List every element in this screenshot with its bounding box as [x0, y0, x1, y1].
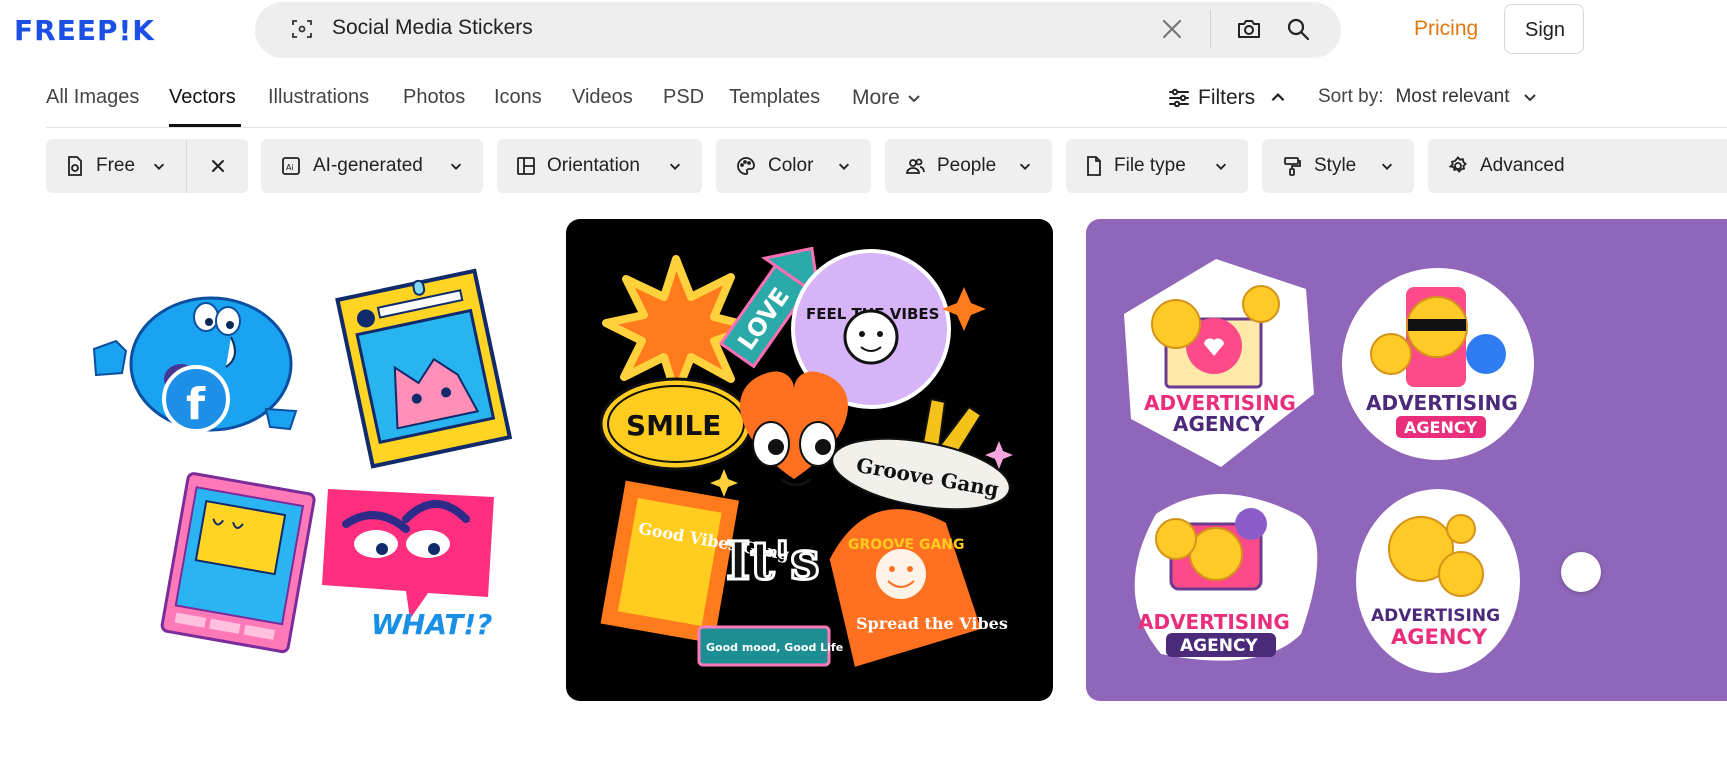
- filter-chip-ai-generated[interactable]: Ai AI-generated: [261, 139, 483, 193]
- close-icon: [211, 160, 224, 172]
- badge-line2: AGENCY: [1404, 418, 1478, 437]
- chevron-down-icon: [1381, 163, 1393, 170]
- chevron-down-icon: [153, 163, 165, 170]
- freepik-logo[interactable]: FREEP!K: [14, 14, 155, 47]
- smile-sticker-text: SMILE: [626, 409, 721, 442]
- result-card[interactable]: ADVERTISING AGENCY ADVERTISING AGENCY AD…: [1086, 219, 1727, 701]
- badge-line2: AGENCY: [1391, 625, 1488, 649]
- tab-videos[interactable]: Videos: [572, 86, 633, 109]
- chevron-up-icon: [1271, 93, 1285, 102]
- chevron-down-icon: [908, 95, 920, 103]
- chevron-down-icon: [1523, 94, 1536, 102]
- advertising-badges-illustration: ADVERTISING AGENCY ADVERTISING AGENCY AD…: [1124, 259, 1534, 673]
- search-divider: [1210, 10, 1211, 48]
- chevron-down-icon: [669, 163, 681, 170]
- file-icon: [1087, 156, 1101, 176]
- badge-line2: AGENCY: [1180, 636, 1258, 656]
- free-file-icon: [68, 156, 82, 176]
- sliders-icon: [1169, 88, 1189, 108]
- badge-line1: ADVERTISING: [1366, 391, 1518, 415]
- chevron-down-icon: [1019, 163, 1031, 170]
- facebook-glyph: f: [186, 379, 206, 430]
- tab-templates[interactable]: Templates: [729, 86, 820, 109]
- what-sticker-text: WHAT!?: [371, 608, 492, 641]
- filter-chip-file-type[interactable]: File type: [1066, 139, 1248, 193]
- tab-illustrations[interactable]: Illustrations: [268, 86, 369, 109]
- palette-icon: [737, 157, 755, 175]
- tab-all-images[interactable]: All Images: [46, 86, 139, 109]
- more-dropdown[interactable]: More: [852, 86, 922, 110]
- svg-text:Ai: Ai: [286, 163, 294, 172]
- clear-search-icon[interactable]: [1158, 15, 1186, 43]
- badge-line2: AGENCY: [1173, 412, 1265, 436]
- filter-chip-free[interactable]: Free: [46, 139, 186, 193]
- sign-in-button[interactable]: Sign: [1504, 4, 1584, 54]
- chip-label: People: [937, 155, 997, 176]
- good-mood-text: Good mood, Good Life: [706, 641, 843, 654]
- badge-line1: ADVERTISING: [1138, 610, 1290, 634]
- retro-stickers-illustration: LOVE FEEL THE VIBES SMILE Groove Gang: [599, 246, 1013, 667]
- remove-free-filter-button[interactable]: [186, 139, 248, 193]
- more-label: More: [852, 86, 900, 109]
- sort-value: Most relevant: [1395, 86, 1510, 107]
- filters-toggle[interactable]: Filters: [1168, 86, 1287, 110]
- gear-icon: [1448, 156, 1467, 173]
- chevron-down-icon: [838, 163, 850, 170]
- filter-chip-orientation[interactable]: Orientation: [497, 139, 702, 193]
- ai-icon: Ai: [282, 157, 300, 175]
- filter-chip-style[interactable]: Style: [1262, 139, 1414, 193]
- tab-vectors[interactable]: Vectors: [169, 86, 236, 109]
- social-stickers-illustration: f WHAT!?: [92, 268, 513, 654]
- camera-icon[interactable]: [1236, 16, 1262, 42]
- filters-label: Filters: [1198, 86, 1256, 109]
- layout-icon: [517, 157, 535, 175]
- filter-chip-people[interactable]: People: [885, 139, 1052, 193]
- brush-icon: [1284, 157, 1301, 176]
- chevron-down-icon: [1215, 163, 1227, 170]
- chip-label: Style: [1314, 155, 1357, 176]
- visual-search-icon[interactable]: [290, 17, 314, 41]
- badge-line1: ADVERTISING: [1371, 606, 1500, 626]
- result-card[interactable]: LOVE FEEL THE VIBES SMILE Groove Gang: [566, 219, 1053, 701]
- filter-chip-color[interactable]: Color: [716, 139, 871, 193]
- result-card[interactable]: f WHAT!?: [46, 219, 538, 701]
- chip-label: Free: [96, 155, 136, 176]
- search-input[interactable]: Social Media Stickers: [332, 16, 533, 40]
- tab-icons[interactable]: Icons: [494, 86, 542, 109]
- chip-label: Orientation: [547, 155, 640, 176]
- tab-psd[interactable]: PSD: [663, 86, 704, 109]
- chip-label: File type: [1114, 155, 1186, 176]
- people-icon: [906, 158, 925, 174]
- sort-label: Sort by:: [1318, 86, 1384, 107]
- chip-label: Color: [768, 155, 814, 176]
- chip-label: Advanced: [1480, 155, 1565, 176]
- search-icon[interactable]: [1285, 16, 1311, 42]
- tab-photos[interactable]: Photos: [403, 86, 465, 109]
- spread-the-vibes-text: Spread the Vibes: [856, 614, 1008, 633]
- chevron-down-icon: [450, 163, 462, 170]
- carousel-next-button[interactable]: [1561, 552, 1601, 592]
- pricing-link[interactable]: Pricing: [1414, 17, 1478, 41]
- chip-label: AI-generated: [313, 155, 423, 176]
- filter-chip-advanced[interactable]: Advanced: [1428, 139, 1727, 193]
- tabs-divider: [46, 127, 1727, 128]
- sort-dropdown[interactable]: Sort by: Most relevant: [1318, 86, 1538, 108]
